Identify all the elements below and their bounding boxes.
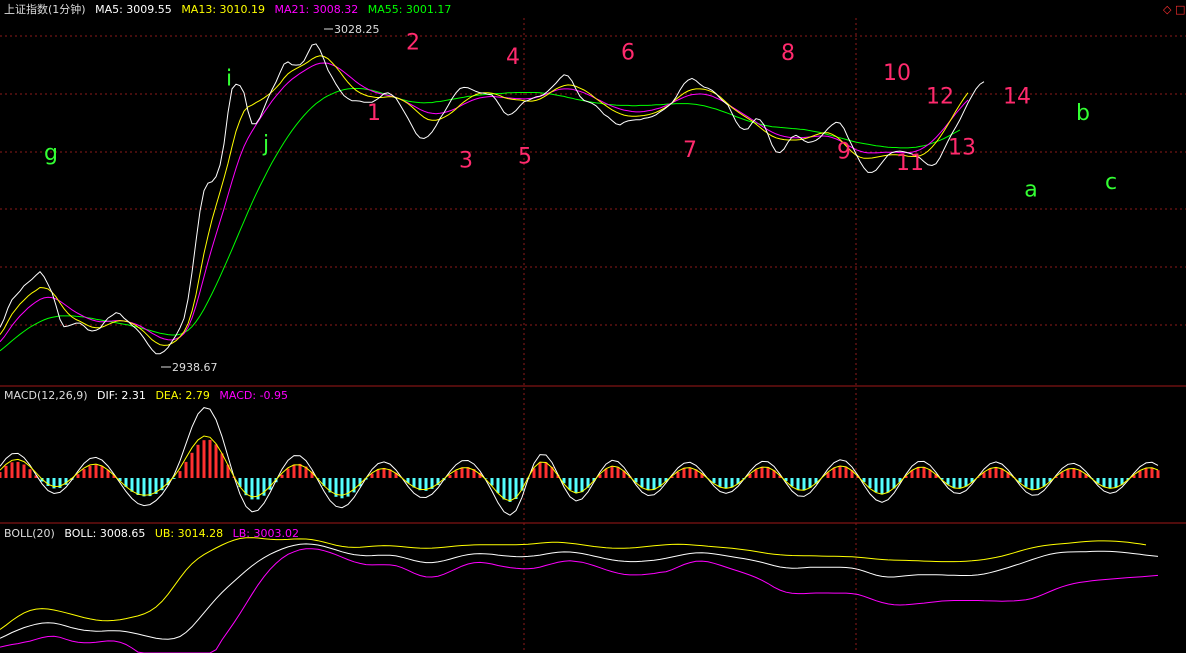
wave-label-14: 14 <box>1003 84 1031 109</box>
wave-label-4: 4 <box>506 45 520 70</box>
wave-label-12: 12 <box>926 84 954 109</box>
wave-label-a: a <box>1024 177 1037 202</box>
high-price-label: 3028.25 <box>334 23 380 36</box>
wave-label-11: 11 <box>896 151 924 176</box>
ub-legend: UB: 3014.28 <box>155 527 223 540</box>
wave-label-8: 8 <box>781 41 795 66</box>
dea-legend: DEA: 2.79 <box>155 389 209 402</box>
wave-label-g: g <box>44 141 58 166</box>
wave-label-3: 3 <box>459 148 473 173</box>
wave-label-j: j <box>262 132 269 157</box>
wave-label-b: b <box>1076 101 1090 126</box>
ma55-legend: MA55: 3001.17 <box>368 3 452 16</box>
wave-label-13: 13 <box>948 136 976 161</box>
diamond-icon[interactable]: ◇ <box>1163 3 1172 16</box>
ma21-legend: MA21: 3008.32 <box>275 3 359 16</box>
wave-label-i: i <box>226 66 232 91</box>
macd-legend: MACD: -0.95 <box>219 389 288 402</box>
ma5-legend: MA5: 3009.55 <box>95 3 172 16</box>
wave-label-7: 7 <box>683 138 697 163</box>
wave-label-10: 10 <box>883 61 911 86</box>
macd-title: MACD(12,26,9) <box>4 389 88 402</box>
wave-label-2: 2 <box>406 31 420 56</box>
low-price-label: 2938.67 <box>172 361 218 374</box>
wave-label-1: 1 <box>367 101 381 126</box>
stock-chart: gij1234567891011121314abc 上证指数(1分钟) MA5:… <box>0 0 1186 653</box>
wave-label-9: 9 <box>837 139 851 164</box>
dif-legend: DIF: 2.31 <box>97 389 146 402</box>
boll-title: BOLL(20) <box>4 527 55 540</box>
main-header: 上证指数(1分钟) MA5: 3009.55 MA13: 3010.19 MA2… <box>4 2 451 16</box>
macd-header: MACD(12,26,9) DIF: 2.31 DEA: 2.79 MACD: … <box>4 389 288 402</box>
wave-label-5: 5 <box>518 145 532 170</box>
wave-label-6: 6 <box>621 40 635 65</box>
boll-legend: BOLL: 3008.65 <box>64 527 145 540</box>
lb-legend: LB: 3003.02 <box>233 527 299 540</box>
square-icon[interactable]: □ <box>1175 3 1185 16</box>
wave-label-c: c <box>1105 170 1117 195</box>
main-title: 上证指数(1分钟) <box>4 2 86 16</box>
ma13-legend: MA13: 3010.19 <box>181 3 265 16</box>
